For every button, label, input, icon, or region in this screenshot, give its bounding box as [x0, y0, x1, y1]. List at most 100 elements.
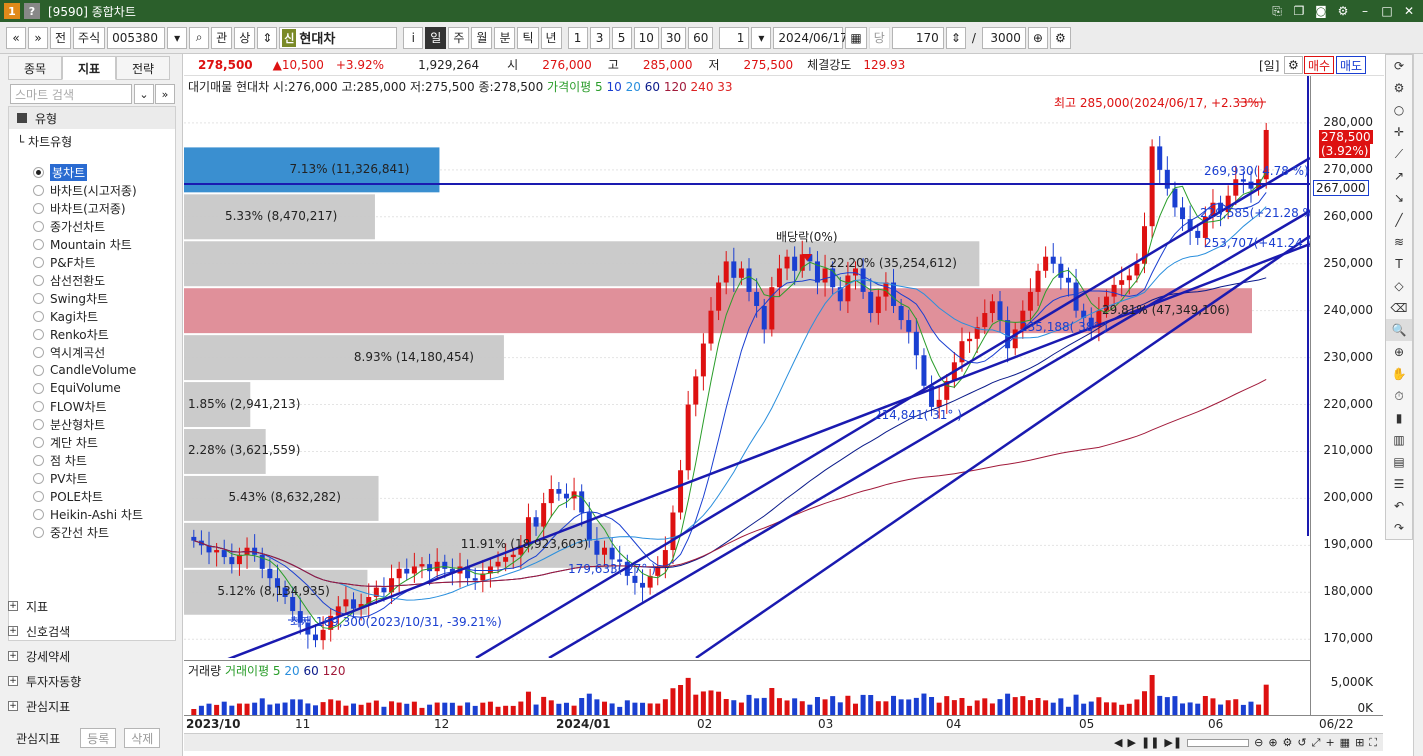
- stock-code-input[interactable]: 005380: [107, 26, 166, 49]
- upper-button[interactable]: 상: [234, 26, 256, 49]
- undo-tool-icon[interactable]: ↶: [1386, 495, 1412, 517]
- radio-icon[interactable]: [33, 202, 44, 214]
- date-input[interactable]: 2024/06/17: [773, 26, 848, 49]
- market-button[interactable]: 전: [50, 26, 72, 49]
- period-day-button[interactable]: 일: [425, 26, 447, 49]
- settings-icon[interactable]: ⚙: [1335, 3, 1351, 19]
- chart-type-item[interactable]: FLOW차트: [33, 397, 107, 415]
- code-dropdown-icon[interactable]: ▾: [167, 26, 188, 49]
- radio-icon[interactable]: [33, 328, 44, 340]
- total-input[interactable]: 3000: [981, 26, 1026, 49]
- scroll-left-icon[interactable]: ◀: [1114, 736, 1122, 749]
- smart-search-input[interactable]: 스마트 검색: [10, 84, 132, 104]
- trendline-tool-icon[interactable]: ⟋: [1386, 143, 1412, 165]
- chart-type-item[interactable]: Renko차트: [33, 325, 109, 343]
- text-tool-icon[interactable]: T: [1386, 253, 1412, 275]
- chart-type-item[interactable]: Swing차트: [33, 289, 108, 307]
- radio-icon[interactable]: [33, 346, 44, 358]
- radio-icon[interactable]: [33, 184, 44, 196]
- interval-10-button[interactable]: 10: [633, 26, 659, 49]
- volume-chart-svg[interactable]: [184, 661, 1310, 715]
- chart-type-item[interactable]: EquiVolume: [33, 379, 121, 397]
- shape-tool-icon[interactable]: ◇: [1386, 275, 1412, 297]
- gear-tool-icon[interactable]: ⚙: [1386, 77, 1412, 99]
- volume-chart[interactable]: 거래량 거래이평 5 20 60 120: [184, 660, 1310, 715]
- period-year-button[interactable]: 년: [540, 26, 562, 49]
- help-icon[interactable]: ?: [24, 3, 40, 19]
- tab-stock[interactable]: 종목: [8, 56, 62, 80]
- radio-icon[interactable]: [33, 526, 44, 538]
- radio-icon[interactable]: [33, 292, 44, 304]
- maximize-icon[interactable]: □: [1379, 3, 1395, 19]
- expand-icon[interactable]: +: [8, 701, 18, 711]
- period-week-button[interactable]: 주: [448, 26, 470, 49]
- line-tool-icon[interactable]: ╱: [1386, 209, 1412, 231]
- indicator-group[interactable]: + 강세약세: [8, 644, 176, 668]
- chart-type-item[interactable]: 바차트(시고저종): [33, 181, 137, 199]
- calendar-icon[interactable]: ▦: [845, 26, 867, 49]
- hand-tool-icon[interactable]: ✋: [1386, 363, 1412, 385]
- search-icon[interactable]: ⌕: [189, 26, 210, 49]
- info-button[interactable]: i: [403, 26, 424, 49]
- indicator-group[interactable]: + 지표: [8, 594, 176, 618]
- radio-icon[interactable]: [33, 238, 44, 250]
- redo-tool-icon[interactable]: ↷: [1386, 517, 1412, 539]
- close-icon[interactable]: ✕: [1401, 3, 1417, 19]
- settings-bottom-icon[interactable]: ⚙: [1283, 736, 1293, 749]
- play-icon[interactable]: ▶: [1128, 736, 1136, 749]
- chart-type-item[interactable]: 점 차트: [33, 451, 87, 469]
- chart-type-item[interactable]: 삼선전환도: [33, 271, 105, 289]
- chart-type-item[interactable]: CandleVolume: [33, 361, 136, 379]
- magnify-tool-icon[interactable]: 🔍: [1386, 319, 1412, 341]
- radio-icon[interactable]: [33, 508, 44, 520]
- chart-type-item[interactable]: P&F차트: [33, 253, 96, 271]
- zoom-in-icon[interactable]: ⊕: [1027, 26, 1048, 49]
- lines-tool-icon[interactable]: ☰: [1386, 473, 1412, 495]
- radio-icon[interactable]: [33, 400, 44, 412]
- chart-type-item[interactable]: Mountain 차트: [33, 235, 132, 253]
- expand-icon[interactable]: +: [8, 626, 18, 636]
- window-dup-icon[interactable]: ❐: [1291, 3, 1307, 19]
- radio-icon[interactable]: [33, 436, 44, 448]
- arrow-tool-icon[interactable]: ↗: [1386, 165, 1412, 187]
- fullscreen-icon[interactable]: ⛶: [1369, 736, 1377, 750]
- updown-stepper[interactable]: ⇕: [257, 26, 278, 49]
- zoom-out-icon[interactable]: ⊖: [1254, 736, 1263, 749]
- interval-30-button[interactable]: 30: [660, 26, 687, 49]
- chart-type-item[interactable]: 역시계곡선: [33, 343, 105, 361]
- interval-input[interactable]: 1: [719, 26, 750, 49]
- chart-type-item[interactable]: 분산형차트: [33, 415, 105, 433]
- pause-icon[interactable]: ❚❚: [1141, 736, 1159, 749]
- count-stepper[interactable]: ⇕: [945, 26, 966, 49]
- camera-icon[interactable]: ◙: [1313, 3, 1329, 19]
- expand-icon[interactable]: +: [8, 601, 18, 611]
- period-tool-icon[interactable]: ⏱: [1386, 385, 1412, 407]
- expand-icon[interactable]: +: [8, 651, 18, 661]
- vertical-scrollbar[interactable]: [1413, 54, 1423, 756]
- search-dropdown-icon[interactable]: ⌄: [134, 84, 154, 104]
- zoom-in-bottom-icon[interactable]: ⊕: [1268, 736, 1277, 749]
- chart-type-item[interactable]: Kagi차트: [33, 307, 98, 325]
- expand-icon[interactable]: ⤢: [1312, 736, 1321, 750]
- indicator-group[interactable]: + 신호검색: [8, 619, 176, 643]
- circle-tool-icon[interactable]: ○: [1386, 99, 1412, 121]
- indicator-group[interactable]: + 관심지표: [8, 694, 176, 718]
- count-input[interactable]: 170: [891, 26, 944, 49]
- type-select[interactable]: 주식: [73, 26, 106, 49]
- link-icon[interactable]: ⎘: [1269, 3, 1285, 19]
- toolbar-settings-icon[interactable]: ⚙: [1049, 26, 1071, 49]
- radio-icon[interactable]: [33, 472, 44, 484]
- register-button[interactable]: 등록: [80, 728, 117, 748]
- tab-indicator[interactable]: 지표: [62, 56, 116, 80]
- chart-type-item[interactable]: Heikin-Ashi 차트: [33, 505, 143, 523]
- split-icon[interactable]: ⊞: [1355, 736, 1364, 749]
- layout-icon[interactable]: ▦: [1340, 736, 1350, 749]
- tab-strategy[interactable]: 전략: [116, 56, 170, 80]
- radio-icon[interactable]: [33, 166, 44, 178]
- chart-settings-icon[interactable]: ⚙: [1284, 56, 1303, 74]
- chart-type-item[interactable]: POLE차트: [33, 487, 103, 505]
- add-icon[interactable]: +: [1325, 736, 1334, 749]
- sell-button[interactable]: 매도: [1336, 56, 1367, 74]
- chart-type-item[interactable]: 봉차트: [33, 163, 88, 181]
- expand-icon[interactable]: +: [8, 676, 18, 686]
